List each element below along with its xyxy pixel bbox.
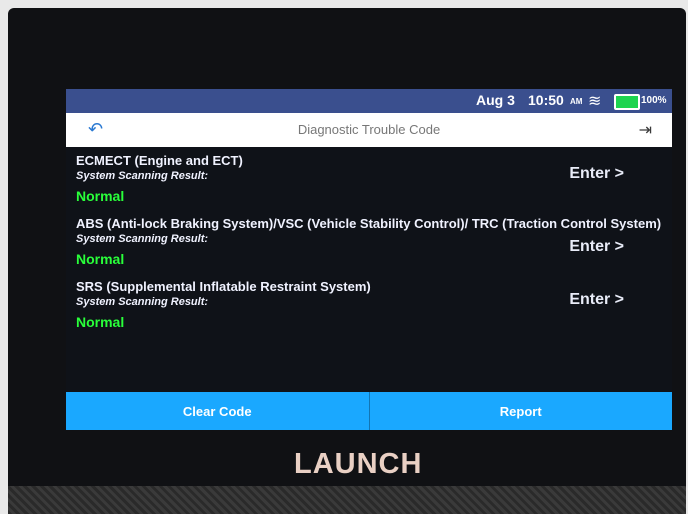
scan-status: Normal <box>76 314 125 330</box>
launch-logo: LAUNCH <box>294 448 423 480</box>
status-time: 10:50 <box>528 92 564 108</box>
system-list: ECMECT (Engine and ECT) System Scanning … <box>66 147 672 338</box>
battery-percent: 100% <box>641 95 667 106</box>
system-item-ecmect[interactable]: ECMECT (Engine and ECT) System Scanning … <box>66 147 672 212</box>
system-item-abs[interactable]: ABS (Anti-lock Braking System)/VSC (Vehi… <box>66 212 672 275</box>
exit-icon[interactable]: ⇥ <box>639 120 652 140</box>
status-ampm: AM <box>570 97 583 106</box>
report-button[interactable]: Report <box>369 392 672 430</box>
status-date: Aug 3 <box>476 92 515 108</box>
device-screen: Aug 3 10:50 AM ≋ 100% ↶ Diagnostic Troub… <box>66 89 672 430</box>
system-name: ABS (Anti-lock Braking System)/VSC (Vehi… <box>76 216 662 231</box>
enter-button[interactable]: Enter > <box>569 165 624 183</box>
device-texture <box>8 486 686 514</box>
clear-code-button[interactable]: Clear Code <box>66 392 370 430</box>
system-item-srs[interactable]: SRS (Supplemental Inflatable Restraint S… <box>66 275 672 338</box>
scan-status: Normal <box>76 188 125 204</box>
status-bar: Aug 3 10:50 AM ≋ 100% <box>66 89 672 113</box>
wifi-icon: ≋ <box>588 93 602 110</box>
enter-button[interactable]: Enter > <box>569 291 624 309</box>
battery-icon <box>614 94 640 110</box>
enter-button[interactable]: Enter > <box>569 238 624 256</box>
page-title: Diagnostic Trouble Code <box>297 122 441 137</box>
action-buttons: Clear Code Report <box>66 392 672 430</box>
title-bar: ↶ Diagnostic Trouble Code ⇥ <box>66 113 672 147</box>
